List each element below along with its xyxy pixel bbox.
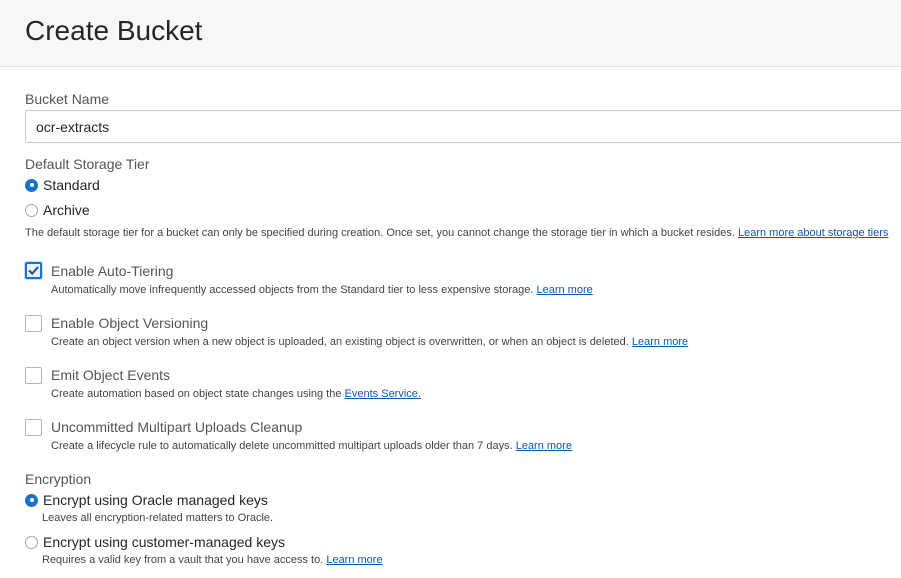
auto-tiering-help-text: Automatically move infrequently accessed… [51, 284, 534, 296]
emit-object-events-label: Emit Object Events [51, 367, 171, 383]
multipart-cleanup-help: Create a lifecycle rule to automatically… [51, 440, 572, 452]
radio-oracle-managed-keys[interactable]: Encrypt using Oracle managed keys [25, 492, 268, 508]
multipart-cleanup-help-text: Create a lifecycle rule to automatically… [51, 440, 513, 452]
auto-tiering-label: Enable Auto-Tiering [51, 263, 174, 279]
page-title: Create Bucket [25, 15, 203, 46]
multipart-cleanup-checkbox[interactable] [25, 419, 42, 436]
events-service-link[interactable]: Events Service. [345, 388, 421, 400]
object-versioning-checkbox[interactable] [25, 315, 42, 332]
radio-archive-label: Archive [43, 202, 90, 218]
storage-tier-label: Default Storage Tier [25, 156, 150, 172]
object-versioning-label: Enable Object Versioning [51, 315, 209, 331]
multipart-cleanup-learn-more-link[interactable]: Learn more [516, 440, 572, 452]
page-header: Create Bucket [0, 0, 901, 67]
checkmark-icon [28, 266, 39, 276]
customer-managed-help: Requires a valid key from a vault that y… [42, 554, 383, 566]
radio-standard-indicator[interactable] [25, 178, 38, 192]
radio-customer-managed-label: Encrypt using customer-managed keys [43, 534, 285, 550]
radio-oracle-managed-label: Encrypt using Oracle managed keys [43, 492, 268, 508]
customer-managed-learn-more-link[interactable]: Learn more [326, 554, 382, 566]
radio-archive-indicator[interactable] [25, 203, 38, 217]
object-versioning-help: Create an object version when a new obje… [51, 336, 688, 348]
learn-more-storage-tiers-link[interactable]: Learn more about storage tiers [738, 227, 888, 239]
object-versioning-help-text: Create an object version when a new obje… [51, 336, 629, 348]
auto-tiering-learn-more-link[interactable]: Learn more [536, 284, 592, 296]
auto-tiering-help: Automatically move infrequently accessed… [51, 284, 593, 296]
customer-managed-help-text: Requires a valid key from a vault that y… [42, 554, 324, 566]
oracle-managed-help: Leaves all encryption-related matters to… [42, 512, 274, 524]
object-versioning-learn-more-link[interactable]: Learn more [632, 336, 688, 348]
radio-standard[interactable]: Standard [25, 177, 100, 193]
radio-customer-managed-keys[interactable]: Encrypt using customer-managed keys [25, 534, 285, 550]
storage-tier-help: The default storage tier for a bucket ca… [25, 227, 888, 239]
radio-customer-managed-indicator[interactable] [25, 535, 38, 549]
auto-tiering-checkbox[interactable] [25, 262, 42, 279]
encryption-label: Encryption [25, 471, 92, 487]
multipart-cleanup-label: Uncommitted Multipart Uploads Cleanup [51, 419, 303, 435]
storage-tier-help-text: The default storage tier for a bucket ca… [25, 227, 735, 239]
radio-archive[interactable]: Archive [25, 202, 90, 218]
bucket-name-input[interactable] [25, 110, 901, 143]
emit-object-events-help: Create automation based on object state … [51, 388, 421, 400]
radio-standard-label: Standard [43, 177, 100, 193]
emit-object-events-checkbox[interactable] [25, 367, 42, 384]
emit-object-events-help-text: Create automation based on object state … [51, 388, 342, 400]
radio-oracle-managed-indicator[interactable] [25, 493, 38, 507]
bucket-name-label: Bucket Name [25, 91, 110, 107]
